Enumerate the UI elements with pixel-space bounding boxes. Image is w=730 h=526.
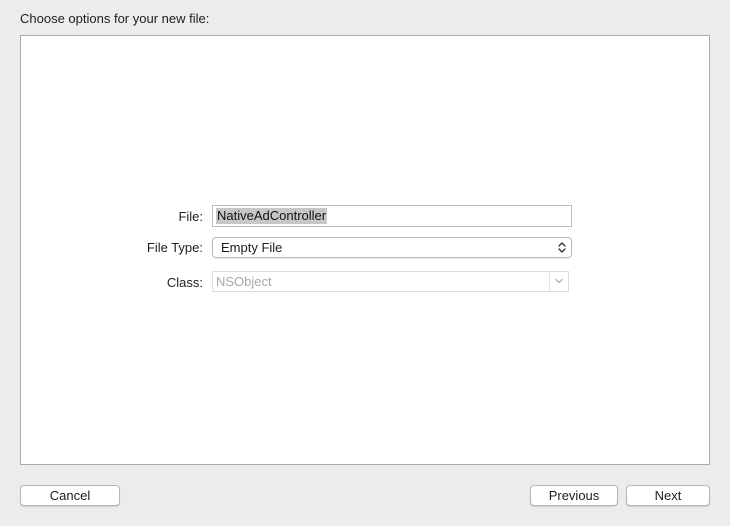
file-type-popup[interactable]: Empty File (212, 237, 572, 258)
previous-button[interactable]: Previous (530, 485, 618, 506)
file-name-field[interactable]: NativeAdController (212, 205, 572, 227)
file-type-label: File Type: (146, 240, 203, 255)
class-value: NSObject (216, 274, 272, 289)
file-type-value: Empty File (221, 240, 283, 255)
file-label: File: (178, 209, 203, 224)
class-combo-box: NSObject (212, 271, 569, 292)
file-name-value: NativeAdController (216, 208, 328, 224)
cancel-button[interactable]: Cancel (20, 485, 120, 506)
next-button[interactable]: Next (626, 485, 710, 506)
chevron-down-icon (555, 278, 563, 284)
combo-divider (549, 272, 550, 291)
class-label: Class: (166, 275, 203, 290)
options-panel: File: NativeAdController File Type: Empt… (20, 35, 710, 465)
dialog-heading: Choose options for your new file: (20, 11, 210, 26)
up-down-chevron-icon (558, 242, 566, 253)
